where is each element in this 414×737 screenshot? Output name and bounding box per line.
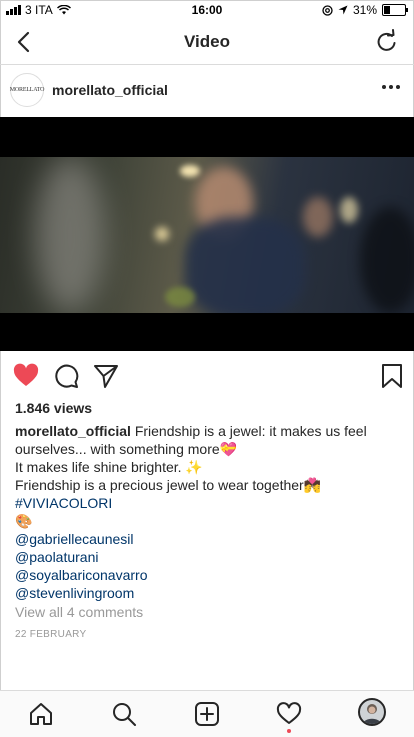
post-actions bbox=[0, 352, 414, 396]
caption-text-2: It makes life shine brighter. ✨ bbox=[15, 459, 203, 475]
caption-mention[interactable]: @stevenlivingroom bbox=[15, 584, 403, 602]
battery-percent: 31% bbox=[352, 3, 377, 17]
post-date: 22 FEBRUARY bbox=[15, 629, 87, 640]
caption-emoji: 🎨 bbox=[15, 513, 33, 529]
caption-hashtag[interactable]: #VIVIACOLORI bbox=[15, 494, 403, 512]
bottom-tab-bar bbox=[0, 690, 414, 737]
activity-icon[interactable] bbox=[276, 701, 302, 727]
refresh-icon[interactable] bbox=[374, 29, 400, 55]
post-caption: morellato_official Friendship is a jewel… bbox=[15, 422, 403, 602]
profile-avatar-icon bbox=[363, 704, 381, 724]
at-icon bbox=[322, 4, 333, 16]
post-header: MORELLATO morellato_official bbox=[0, 65, 414, 117]
status-bar: 3 ITA 16:00 31% bbox=[0, 0, 414, 20]
bookmark-icon[interactable] bbox=[378, 362, 406, 390]
comment-icon[interactable] bbox=[52, 362, 80, 390]
notification-dot bbox=[287, 729, 291, 733]
search-icon[interactable] bbox=[111, 701, 137, 727]
caption-mention[interactable]: @soyalbariconavarro bbox=[15, 566, 403, 584]
caption-mention[interactable]: @gabriellecaunesil bbox=[15, 530, 403, 548]
caption-mention[interactable]: @paolaturani bbox=[15, 548, 403, 566]
page-title: Video bbox=[184, 32, 230, 51]
author-username[interactable]: morellato_official bbox=[52, 82, 168, 98]
battery-icon bbox=[382, 4, 408, 16]
caption-username[interactable]: morellato_official bbox=[15, 423, 131, 439]
add-icon[interactable] bbox=[194, 701, 220, 727]
caption-text-3: Friendship is a precious jewel to wear t… bbox=[15, 477, 322, 493]
home-icon[interactable] bbox=[28, 701, 54, 727]
more-options-icon[interactable] bbox=[382, 85, 400, 89]
nav-header: Video bbox=[0, 20, 414, 65]
share-icon[interactable] bbox=[92, 362, 120, 390]
view-count[interactable]: 1.846 views bbox=[15, 400, 92, 416]
location-icon bbox=[338, 5, 348, 15]
video-frame bbox=[0, 157, 414, 313]
view-comments-link[interactable]: View all 4 comments bbox=[15, 604, 143, 620]
video-player[interactable] bbox=[0, 117, 414, 351]
status-right: 31% bbox=[322, 3, 408, 17]
profile-icon[interactable] bbox=[358, 698, 386, 726]
author-avatar[interactable]: MORELLATO bbox=[10, 73, 44, 107]
heart-icon[interactable] bbox=[12, 362, 40, 390]
